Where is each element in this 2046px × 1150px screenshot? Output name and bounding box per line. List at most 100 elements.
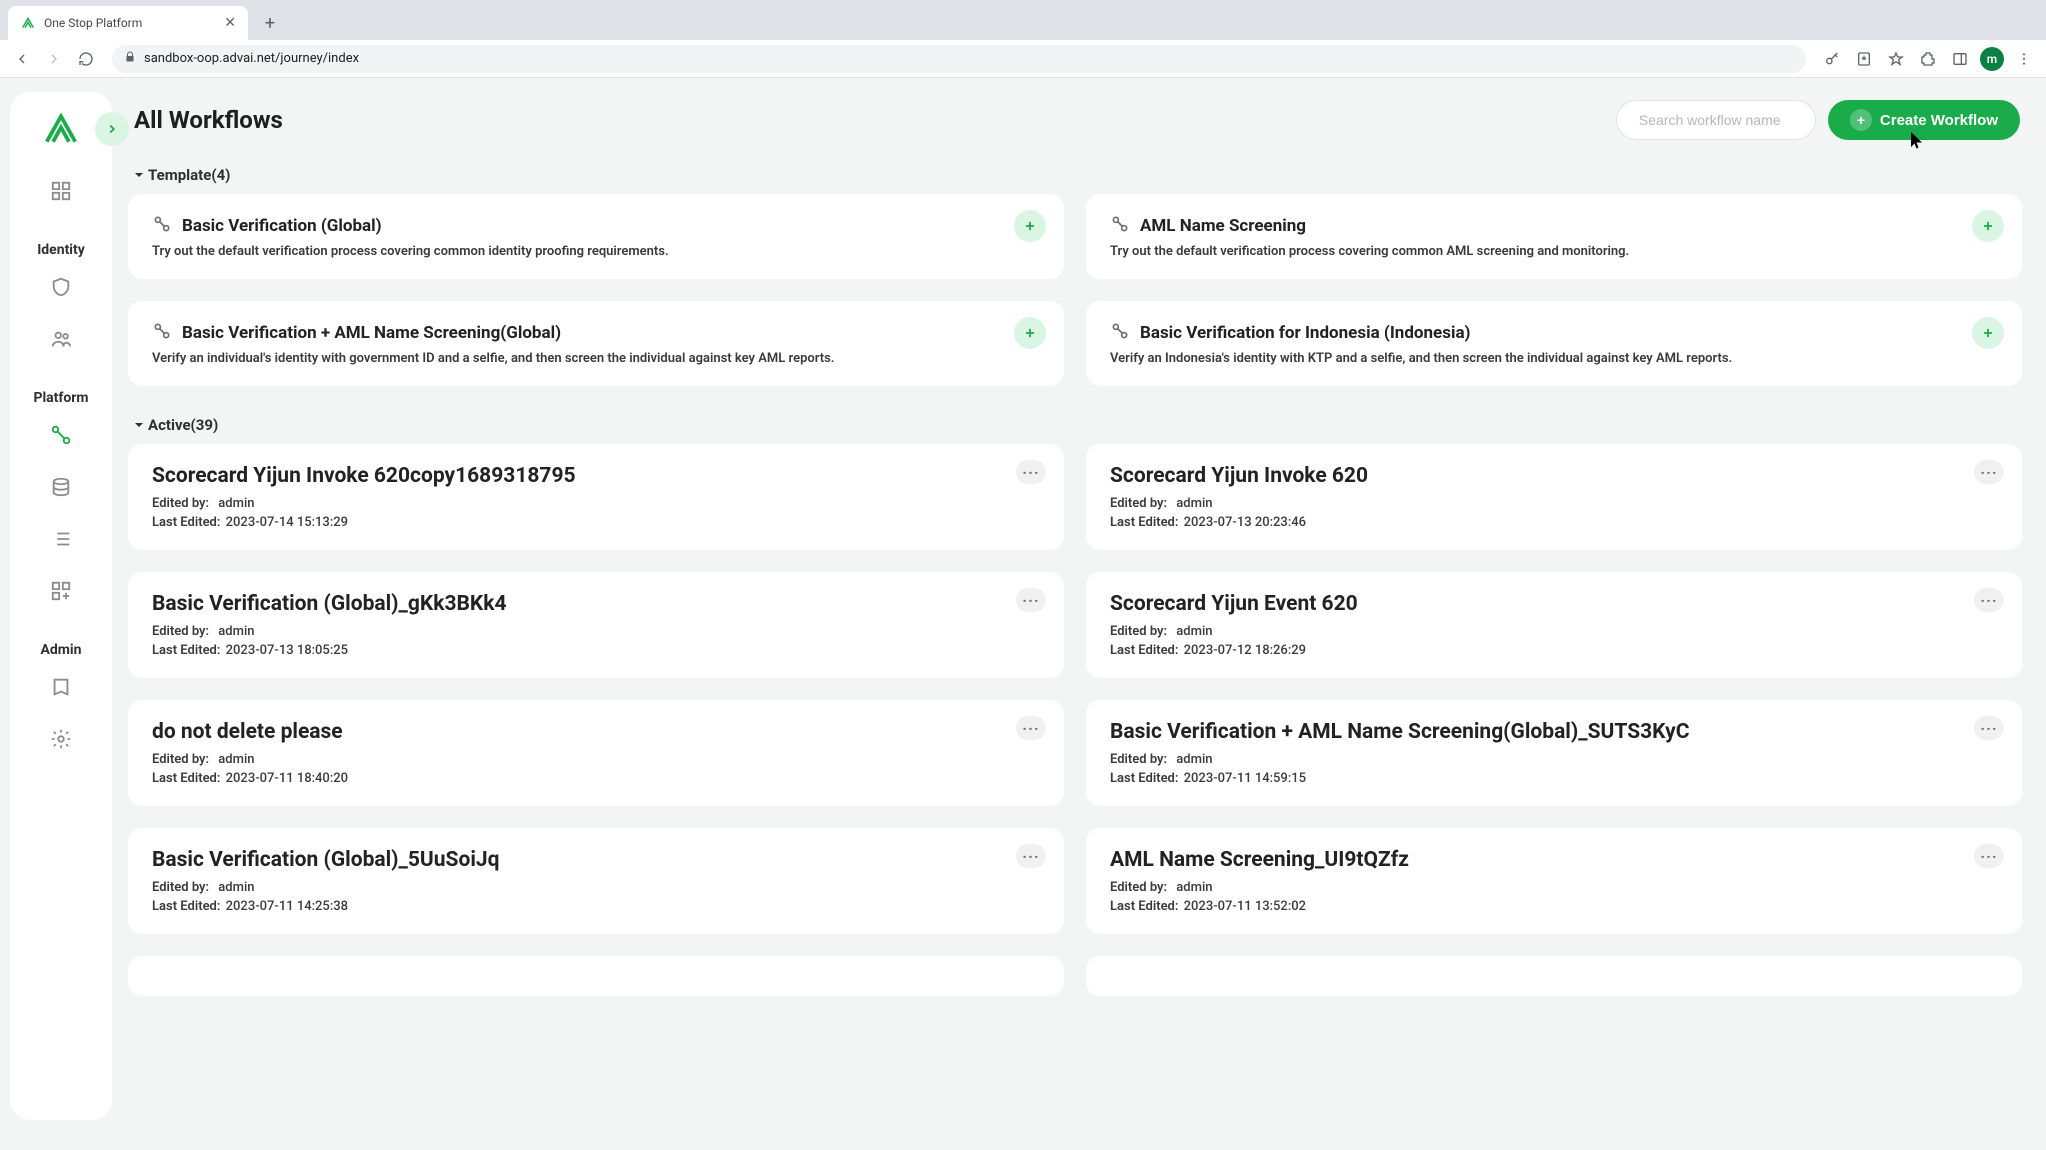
template-desc: Verify an Indonesia's identity with KTP …: [1110, 351, 1998, 366]
last-edited-label: Last Edited:: [152, 643, 220, 658]
last-edited-label: Last Edited:: [152, 771, 220, 786]
section-title-active[interactable]: Active(39): [124, 408, 2026, 444]
key-icon[interactable]: [1818, 45, 1846, 73]
last-edited-value: 2023-07-12 18:26:29: [1184, 643, 1306, 658]
template-desc: Try out the default verification process…: [1110, 244, 1998, 259]
workflow-card[interactable]: Basic Verification (Global)_gKk3BKk4 Edi…: [128, 572, 1064, 678]
template-card[interactable]: Basic Verification + AML Name Screening(…: [128, 301, 1064, 386]
forward-button[interactable]: [40, 45, 68, 73]
sidebar-item-dashboard[interactable]: [42, 172, 80, 210]
sidebar-item-admin-docs[interactable]: [42, 668, 80, 706]
edited-by-label: Edited by:: [1110, 496, 1167, 511]
edited-by-value: admin: [1176, 624, 1212, 639]
create-workflow-button[interactable]: + Create Workflow: [1828, 100, 2020, 140]
workflow-card[interactable]: Basic Verification (Global)_5UuSoiJq Edi…: [128, 828, 1064, 934]
sidebar-item-list[interactable]: [42, 520, 80, 558]
workflow-title: Basic Verification (Global)_5UuSoiJq: [152, 848, 1040, 872]
workflow-title: Scorecard Yijun Invoke 620copy1689318795: [152, 464, 1040, 488]
profile-avatar[interactable]: m: [1978, 45, 2006, 73]
workflow-title: AML Name Screening_UI9tQZfz: [1110, 848, 1998, 872]
last-edited-label: Last Edited:: [1110, 515, 1178, 530]
workflow-title: Basic Verification + AML Name Screening(…: [1110, 720, 1998, 744]
sidepanel-icon[interactable]: [1946, 45, 1974, 73]
more-menu-button[interactable]: ···: [1974, 716, 2004, 740]
template-card[interactable]: Basic Verification (Global) Try out the …: [128, 194, 1064, 279]
workflow-card[interactable]: do not delete please Edited by: admin La…: [128, 700, 1064, 806]
more-menu-button[interactable]: ···: [1016, 716, 1046, 740]
sidebar-label-platform: Platform: [33, 390, 88, 406]
sidebar-item-identity-shield[interactable]: [42, 268, 80, 306]
more-menu-button[interactable]: ···: [1016, 844, 1046, 868]
workflow-card[interactable]: Scorecard Yijun Event 620 Edited by: adm…: [1086, 572, 2022, 678]
more-menu-button[interactable]: ···: [1016, 460, 1046, 484]
edited-by-label: Edited by:: [152, 880, 209, 895]
template-icon: [152, 321, 172, 345]
app-logo-icon: [42, 110, 80, 148]
last-edited-value: 2023-07-11 18:40:20: [226, 771, 348, 786]
create-workflow-label: Create Workflow: [1880, 112, 1998, 129]
search-workflow[interactable]: [1616, 100, 1816, 140]
edited-by-label: Edited by:: [152, 496, 209, 511]
edited-by-value: admin: [218, 496, 254, 511]
tab-title: One Stop Platform: [44, 16, 142, 30]
page-title: All Workflows: [134, 106, 283, 134]
template-icon: [1110, 214, 1130, 238]
last-edited-label: Last Edited:: [152, 515, 220, 530]
sidebar-item-identity-users[interactable]: [42, 320, 80, 358]
edited-by-label: Edited by:: [152, 624, 209, 639]
back-button[interactable]: [8, 45, 36, 73]
workflow-title: Scorecard Yijun Invoke 620: [1110, 464, 1998, 488]
more-menu-button[interactable]: ···: [1974, 588, 2004, 612]
sidebar-label-admin: Admin: [41, 642, 82, 658]
browser-tab-strip: One Stop Platform ✕ +: [0, 0, 2046, 40]
workflow-card-peek[interactable]: [128, 956, 1064, 996]
last-edited-value: 2023-07-11 14:25:38: [226, 899, 348, 914]
sidebar-item-apps[interactable]: [42, 572, 80, 610]
workflow-card[interactable]: Basic Verification + AML Name Screening(…: [1086, 700, 2022, 806]
more-menu-button[interactable]: ···: [1974, 844, 2004, 868]
template-card[interactable]: AML Name Screening Try out the default v…: [1086, 194, 2022, 279]
install-icon[interactable]: [1850, 45, 1878, 73]
caret-down-icon: [134, 420, 144, 430]
template-card[interactable]: Basic Verification for Indonesia (Indone…: [1086, 301, 2022, 386]
workflow-card[interactable]: Scorecard Yijun Invoke 620 Edited by: ad…: [1086, 444, 2022, 550]
sidebar-item-workflows[interactable]: [42, 416, 80, 454]
edited-by-label: Edited by:: [1110, 624, 1167, 639]
address-bar[interactable]: sandbox-oop.advai.net/journey/index: [112, 45, 1806, 73]
workflow-title: Basic Verification (Global)_gKk3BKk4: [152, 592, 1040, 616]
new-tab-button[interactable]: +: [256, 9, 284, 37]
last-edited-label: Last Edited:: [152, 899, 220, 914]
last-edited-label: Last Edited:: [1110, 771, 1178, 786]
more-menu-button[interactable]: ···: [1016, 588, 1046, 612]
sidebar: Identity Platform Admin: [10, 92, 112, 1120]
extensions-icon[interactable]: [1914, 45, 1942, 73]
edited-by-value: admin: [1176, 752, 1212, 767]
edited-by-value: admin: [1176, 880, 1212, 895]
kebab-menu-icon[interactable]: [2010, 45, 2038, 73]
section-title-template[interactable]: Template(4): [124, 158, 2026, 194]
add-template-button[interactable]: [1972, 210, 2004, 242]
close-tab-icon[interactable]: ✕: [224, 15, 236, 31]
sidebar-item-data[interactable]: [42, 468, 80, 506]
last-edited-value: 2023-07-11 14:59:15: [1184, 771, 1306, 786]
sidebar-item-admin-settings[interactable]: [42, 720, 80, 758]
edited-by-value: admin: [218, 624, 254, 639]
template-title: AML Name Screening: [1140, 216, 1306, 236]
add-template-button[interactable]: [1972, 317, 2004, 349]
lock-icon: [124, 51, 136, 67]
search-input[interactable]: [1639, 112, 1820, 128]
edited-by-label: Edited by:: [1110, 880, 1167, 895]
workflow-card[interactable]: Scorecard Yijun Invoke 620copy1689318795…: [128, 444, 1064, 550]
template-title: Basic Verification + AML Name Screening(…: [182, 323, 561, 343]
bookmark-star-icon[interactable]: [1882, 45, 1910, 73]
edited-by-value: admin: [218, 752, 254, 767]
more-menu-button[interactable]: ···: [1974, 460, 2004, 484]
add-template-button[interactable]: [1014, 210, 1046, 242]
template-icon: [152, 214, 172, 238]
add-template-button[interactable]: [1014, 317, 1046, 349]
browser-tab[interactable]: One Stop Platform ✕: [8, 6, 248, 40]
last-edited-label: Last Edited:: [1110, 899, 1178, 914]
workflow-card-peek[interactable]: [1086, 956, 2022, 996]
workflow-card[interactable]: AML Name Screening_UI9tQZfz Edited by: a…: [1086, 828, 2022, 934]
reload-button[interactable]: [72, 45, 100, 73]
